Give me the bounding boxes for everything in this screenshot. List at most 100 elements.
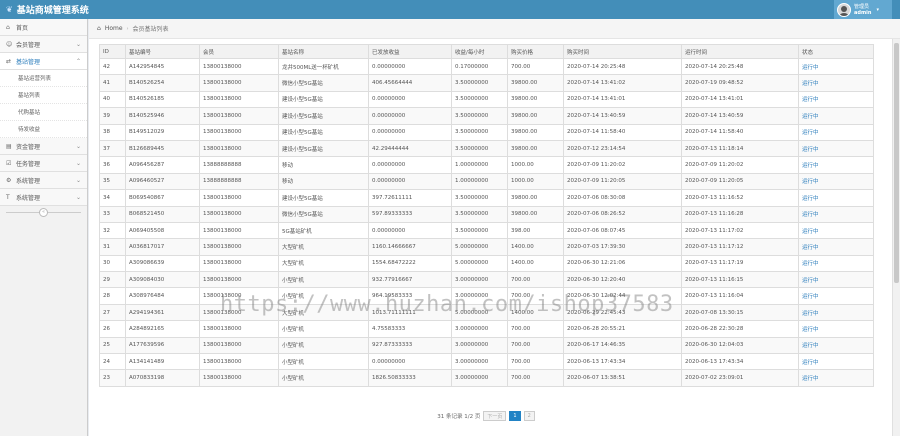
- table-cell: 建设小型5G基站: [278, 123, 369, 141]
- table-cell: 13800138000: [199, 238, 279, 256]
- table-cell: 39800.00: [507, 139, 564, 158]
- sidebar-item-system-2[interactable]: T 系统管理 ⌄: [0, 189, 87, 206]
- collapse-icon[interactable]: «: [39, 207, 48, 217]
- table-cell: 2020-06-07 13:38:51: [563, 369, 682, 387]
- table-cell: 13800138000: [199, 90, 279, 109]
- table-cell: 2020-07-09 11:20:05: [563, 172, 682, 191]
- status-badge: 运行中: [798, 353, 874, 371]
- status-badge: 运行中: [798, 107, 874, 125]
- sidebar-item-home[interactable]: ⌂ 首页: [0, 19, 87, 36]
- table-cell: A142954845: [125, 57, 200, 76]
- table-cell: 2020-07-14 11:58:40: [681, 123, 799, 141]
- sidebar-item-funds[interactable]: ▤ 资金管理 ⌄: [0, 138, 87, 155]
- table-cell: 大型矿机: [278, 254, 369, 273]
- sidebar-subitem-pending-income[interactable]: 待发收益: [0, 121, 87, 138]
- table-row: 39 B140525946 13800138000 建设小型5G基站 0.0000000…: [99, 107, 874, 125]
- sidebar-subitem-station-ops[interactable]: 基站运营列表: [0, 70, 87, 87]
- table-body: 42 A142954845 13800138000 龙井500ML送一杯矿机 0.000…: [99, 57, 874, 387]
- pagination: 31 条记录 1/2 页 下一页 1 2: [99, 409, 873, 423]
- table-cell: 2020-07-14 13:40:59: [681, 107, 799, 125]
- table-cell: 2020-07-14 13:41:01: [563, 90, 682, 109]
- table-row: 23 A070833198 13800138000 小型矿机 1826.50833333…: [99, 369, 874, 387]
- table-cell: 3.00000000: [451, 320, 508, 338]
- sidebar-item-tasks[interactable]: ☑ 任务管理 ⌄: [0, 155, 87, 172]
- table-cell: 38: [99, 123, 126, 141]
- table-cell: 25: [99, 336, 126, 355]
- table-cell: 大型矿机: [278, 238, 369, 256]
- table-cell: 0.00000000: [368, 156, 452, 174]
- table-cell: 大型矿机: [278, 303, 369, 322]
- sidebar-item-label: 系统管理: [16, 177, 41, 185]
- table-cell: 小型矿机: [278, 287, 369, 305]
- table-cell: 24: [99, 353, 126, 371]
- table-cell: 13800138000: [199, 303, 279, 322]
- table-cell: 3.50000000: [451, 123, 508, 141]
- status-badge: 运行中: [798, 123, 874, 141]
- table-cell: 2020-07-09 11:20:05: [681, 172, 799, 191]
- table-row: 24 A134141489 13800138000 小型矿机 0.00000000 3.0…: [99, 353, 874, 371]
- app-brand[interactable]: ❦ 基站商城管理系统: [6, 3, 89, 16]
- table-cell: 2020-07-14 20:25:48: [563, 57, 682, 76]
- table-cell: 0.00000000: [368, 221, 452, 240]
- table-cell: 小型矿机: [278, 353, 369, 371]
- table-cell: 2020-07-06 08:07:45: [563, 221, 682, 240]
- table-cell: 2020-06-30 12:02:44: [563, 287, 682, 305]
- table-cell: 3.50000000: [451, 90, 508, 109]
- table-cell: 小型矿机: [278, 336, 369, 355]
- table-cell: 31: [99, 238, 126, 256]
- page-button-2[interactable]: 2: [523, 411, 535, 421]
- table-cell: 5.00000000: [451, 254, 508, 273]
- table-cell: A069405508: [125, 221, 200, 240]
- table-cell: 1400.00: [507, 238, 564, 256]
- table-cell: A308976484: [125, 287, 200, 305]
- table-cell: 932.77916667: [368, 271, 452, 289]
- table-row: 41 B140526254 13800138000 微信小型5G基站 406.45664…: [99, 74, 874, 92]
- table-cell: B068521450: [125, 205, 200, 223]
- vertical-scrollbar[interactable]: [892, 39, 900, 436]
- page-button-1[interactable]: 1: [509, 411, 521, 421]
- table-cell: 2020-07-13 11:16:15: [681, 271, 799, 289]
- table-cell: 13800138000: [199, 320, 279, 338]
- table-row: 26 A284892165 13800138000 小型矿机 4.75583333 3.0…: [99, 320, 874, 338]
- user-icon: ☺: [6, 40, 13, 48]
- table-cell: 39800.00: [507, 90, 564, 109]
- table-row: 28 A308976484 13800138000 小型矿机 964.19583333 3…: [99, 287, 874, 305]
- table-cell: 2020-06-17 14:46:35: [563, 336, 682, 355]
- sidebar-item-stations[interactable]: ⇄ 基站管理 ⌃: [0, 53, 87, 70]
- sidebar-item-members[interactable]: ☺ 会员管理 ⌄: [0, 36, 87, 53]
- table-cell: 5.00000000: [451, 238, 508, 256]
- task-icon: ☑: [6, 159, 12, 167]
- user-menu[interactable]: 管理员 admin ▾: [834, 0, 892, 19]
- sidebar-subitem-proxy-station[interactable]: 代购基站: [0, 104, 87, 121]
- table-cell: 3.50000000: [451, 107, 508, 125]
- table-cell: 龙井500ML送一杯矿机: [278, 57, 369, 76]
- table-cell: 700.00: [507, 287, 564, 305]
- next-page-button[interactable]: 下一页: [483, 411, 507, 421]
- table-cell: 4.75583333: [368, 320, 452, 338]
- table-row: 32 A069405508 13800138000 5G基站矿机 0.00000000 3…: [99, 221, 874, 240]
- table-cell: 2020-06-30 12:04:03: [681, 336, 799, 355]
- table-cell: 34: [99, 189, 126, 207]
- table-cell: 1013.71111111: [368, 303, 452, 322]
- table-cell: 13800138000: [199, 254, 279, 273]
- table-cell: 3.50000000: [451, 74, 508, 92]
- table-cell: 29: [99, 271, 126, 289]
- scrollbar-thumb[interactable]: [894, 43, 899, 283]
- breadcrumb-home[interactable]: Home: [105, 25, 123, 32]
- table-cell: 3.50000000: [451, 221, 508, 240]
- table-cell: 2020-07-13 11:18:14: [681, 139, 799, 158]
- table-cell: 1400.00: [507, 254, 564, 273]
- sidebar-subitem-station-list[interactable]: 基站列表: [0, 87, 87, 104]
- table-cell: 2020-07-13 11:17:02: [681, 221, 799, 240]
- table-cell: 微信小型5G基站: [278, 74, 369, 92]
- sidebar-item-system[interactable]: ⚙ 系统管理 ⌄: [0, 172, 87, 189]
- status-badge: 运行中: [798, 172, 874, 191]
- table-cell: B149512029: [125, 123, 200, 141]
- table-cell: 26: [99, 320, 126, 338]
- table-cell: 2020-06-28 22:30:28: [681, 320, 799, 338]
- table-cell: 2020-07-14 11:58:40: [563, 123, 682, 141]
- pagination-summary: 31 条记录 1/2 页: [437, 414, 481, 420]
- table-cell: 37: [99, 139, 126, 158]
- table-cell: 406.45664444: [368, 74, 452, 92]
- table-cell: 13800138000: [199, 74, 279, 92]
